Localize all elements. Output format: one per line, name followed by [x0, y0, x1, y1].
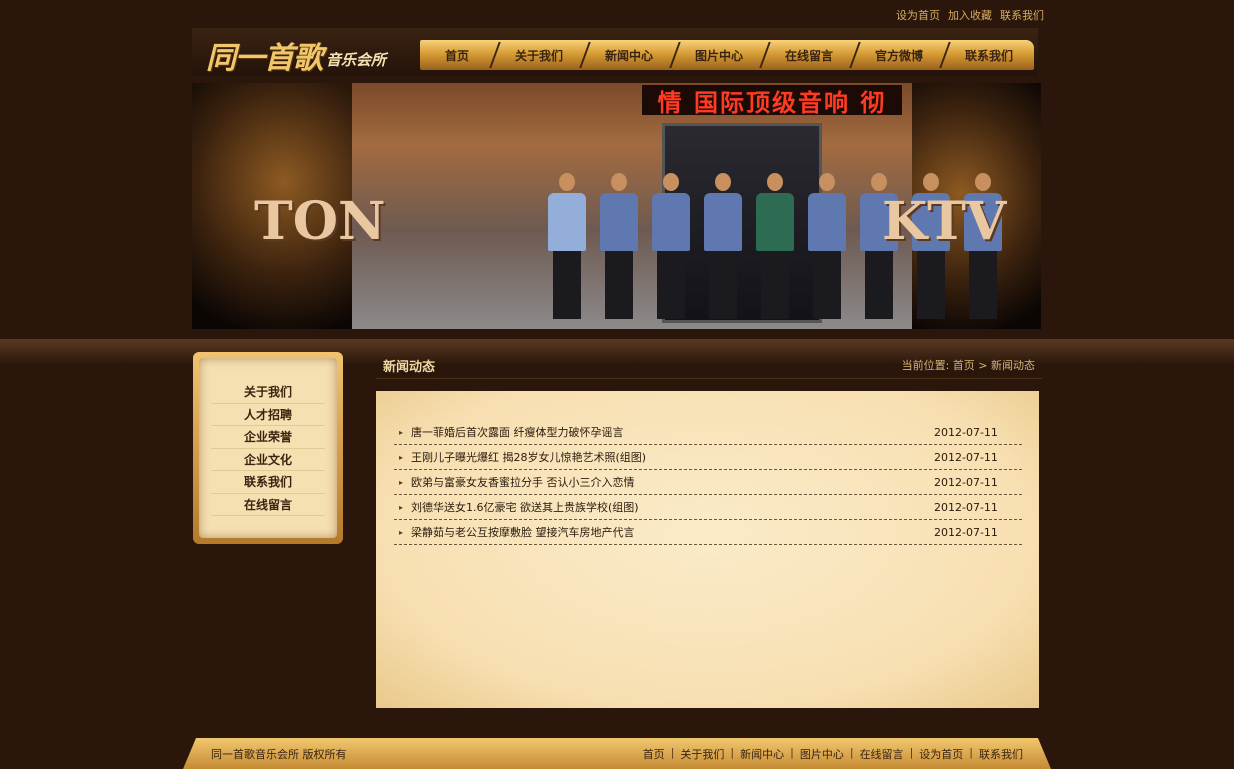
news-panel: ▸ 唐一菲婚后首次露面 纤瘦体型力破怀孕谣言 2012-07-11 ▸ 王刚儿子… — [376, 391, 1039, 708]
nav-guestbook[interactable]: 在线留言 — [764, 40, 854, 70]
banner-brand-right: KTV — [882, 191, 1007, 252]
sidebar-item-culture[interactable]: 企业文化 — [211, 449, 325, 471]
contact-us-top-link[interactable]: 联系我们 — [1000, 7, 1044, 23]
nav-contact[interactable]: 联系我们 — [944, 40, 1034, 70]
site-header: 同一首歌 音乐会所 首页 关于我们 新闻中心 图片中心 在线留言 官方微博 联系… — [192, 28, 1038, 76]
footer-separator: | — [849, 745, 854, 759]
sidebar-item-jobs[interactable]: 人才招聘 — [211, 404, 325, 426]
footer-separator: | — [730, 745, 735, 759]
nav-gallery[interactable]: 图片中心 — [674, 40, 764, 70]
nav-about[interactable]: 关于我们 — [494, 40, 584, 70]
staff-photo: 情 国际顶级音响 彻 — [352, 83, 1002, 329]
staff-member — [755, 173, 795, 323]
page-title: 新闻动态 — [383, 359, 436, 375]
main-nav: 首页 关于我们 新闻中心 图片中心 在线留言 官方微博 联系我们 — [420, 40, 1034, 70]
nav-weibo[interactable]: 官方微博 — [854, 40, 944, 70]
logo-main-text: 同一首歌 — [206, 41, 323, 76]
arrow-bullet-icon: ▸ — [398, 502, 403, 512]
footer-link-guestbook[interactable]: 在线留言 — [860, 746, 904, 762]
site-footer: 同一首歌音乐会所 版权所有 首页 | 关于我们 | 新闻中心 | 图片中心 | 在线留言… — [183, 738, 1051, 769]
footer-link-about[interactable]: 关于我们 — [680, 746, 724, 762]
news-title-link[interactable]: 刘德华送女1.6亿豪宅 欲送其上贵族学校(组图) — [408, 499, 934, 515]
list-item: ▸ 唐一菲婚后首次露面 纤瘦体型力破怀孕谣言 2012-07-11 — [394, 420, 1022, 445]
news-date: 2012-07-11 — [934, 525, 998, 539]
banner-brand-left: TON — [254, 191, 386, 252]
staff-member — [599, 173, 639, 323]
set-homepage-link[interactable]: 设为首页 — [896, 7, 940, 23]
top-utility-links: 设为首页 加入收藏 联系我们 — [896, 7, 1046, 23]
arrow-bullet-icon: ▸ — [398, 477, 403, 487]
footer-link-contact[interactable]: 联系我们 — [979, 746, 1023, 762]
footer-separator: | — [670, 745, 675, 759]
arrow-bullet-icon: ▸ — [398, 427, 403, 437]
news-date: 2012-07-11 — [934, 450, 998, 464]
news-date: 2012-07-11 — [934, 500, 998, 514]
staff-member — [703, 173, 743, 323]
news-date: 2012-07-11 — [934, 425, 998, 439]
staff-member — [651, 173, 691, 323]
breadcrumb: 当前位置: 首页 > 新闻动态 — [901, 359, 1035, 372]
list-item: ▸ 欧弟与富豪女友香蜜拉分手 否认小三介入恋情 2012-07-11 — [394, 470, 1022, 495]
footer-link-home[interactable]: 首页 — [643, 746, 665, 762]
news-list: ▸ 唐一菲婚后首次露面 纤瘦体型力破怀孕谣言 2012-07-11 ▸ 王刚儿子… — [394, 420, 1022, 545]
sidebar-menu: 关于我们 人才招聘 企业荣誉 企业文化 联系我们 在线留言 — [199, 358, 337, 538]
news-title-link[interactable]: 唐一菲婚后首次露面 纤瘦体型力破怀孕谣言 — [408, 424, 934, 440]
sidebar-item-about[interactable]: 关于我们 — [211, 381, 325, 404]
copyright-text: 同一首歌音乐会所 版权所有 — [211, 747, 347, 761]
footer-separator: | — [969, 745, 973, 759]
news-title-link[interactable]: 王刚儿子曝光爆红 揭28岁女儿惊艳艺术照(组图) — [408, 449, 934, 465]
led-sign: 情 国际顶级音响 彻 — [642, 85, 902, 117]
hero-banner: 情 国际顶级音响 彻 TON KTV — [192, 83, 1041, 329]
list-item: ▸ 刘德华送女1.6亿豪宅 欲送其上贵族学校(组图) 2012-07-11 — [394, 495, 1022, 520]
logo-sub-text: 音乐会所 — [326, 51, 387, 69]
staff-member — [807, 173, 847, 323]
sidebar-item-honors[interactable]: 企业荣誉 — [211, 426, 325, 449]
list-item: ▸ 梁静茹与老公互按摩敷脸 望接汽车房地产代言 2012-07-11 — [394, 520, 1022, 545]
sidebar-item-contact[interactable]: 联系我们 — [211, 471, 325, 494]
sidebar-item-guestbook[interactable]: 在线留言 — [211, 494, 325, 516]
footer-link-news[interactable]: 新闻中心 — [740, 746, 784, 762]
footer-links: 首页 | 关于我们 | 新闻中心 | 图片中心 | 在线留言 | 设为首页 | 联系我们 — [643, 746, 1023, 762]
footer-separator: | — [790, 745, 794, 759]
footer-link-set-homepage[interactable]: 设为首页 — [919, 746, 963, 762]
footer-link-gallery[interactable]: 图片中心 — [800, 746, 844, 762]
site-logo[interactable]: 同一首歌 音乐会所 — [206, 30, 386, 74]
news-title-link[interactable]: 欧弟与富豪女友香蜜拉分手 否认小三介入恋情 — [408, 474, 934, 490]
news-date: 2012-07-11 — [934, 475, 998, 489]
news-title-link[interactable]: 梁静茹与老公互按摩敷脸 望接汽车房地产代言 — [408, 524, 934, 540]
content-title-bar: 新闻动态 当前位置: 首页 > 新闻动态 — [376, 352, 1042, 379]
arrow-bullet-icon: ▸ — [398, 527, 403, 537]
add-favorite-link[interactable]: 加入收藏 — [948, 7, 992, 23]
sidebar: 关于我们 人才招聘 企业荣誉 企业文化 联系我们 在线留言 — [193, 352, 343, 544]
nav-home[interactable]: 首页 — [420, 40, 494, 70]
nav-news[interactable]: 新闻中心 — [584, 40, 674, 70]
staff-member — [547, 173, 587, 323]
footer-separator: | — [909, 745, 914, 759]
list-item: ▸ 王刚儿子曝光爆红 揭28岁女儿惊艳艺术照(组图) 2012-07-11 — [394, 445, 1022, 470]
arrow-bullet-icon: ▸ — [398, 452, 403, 462]
